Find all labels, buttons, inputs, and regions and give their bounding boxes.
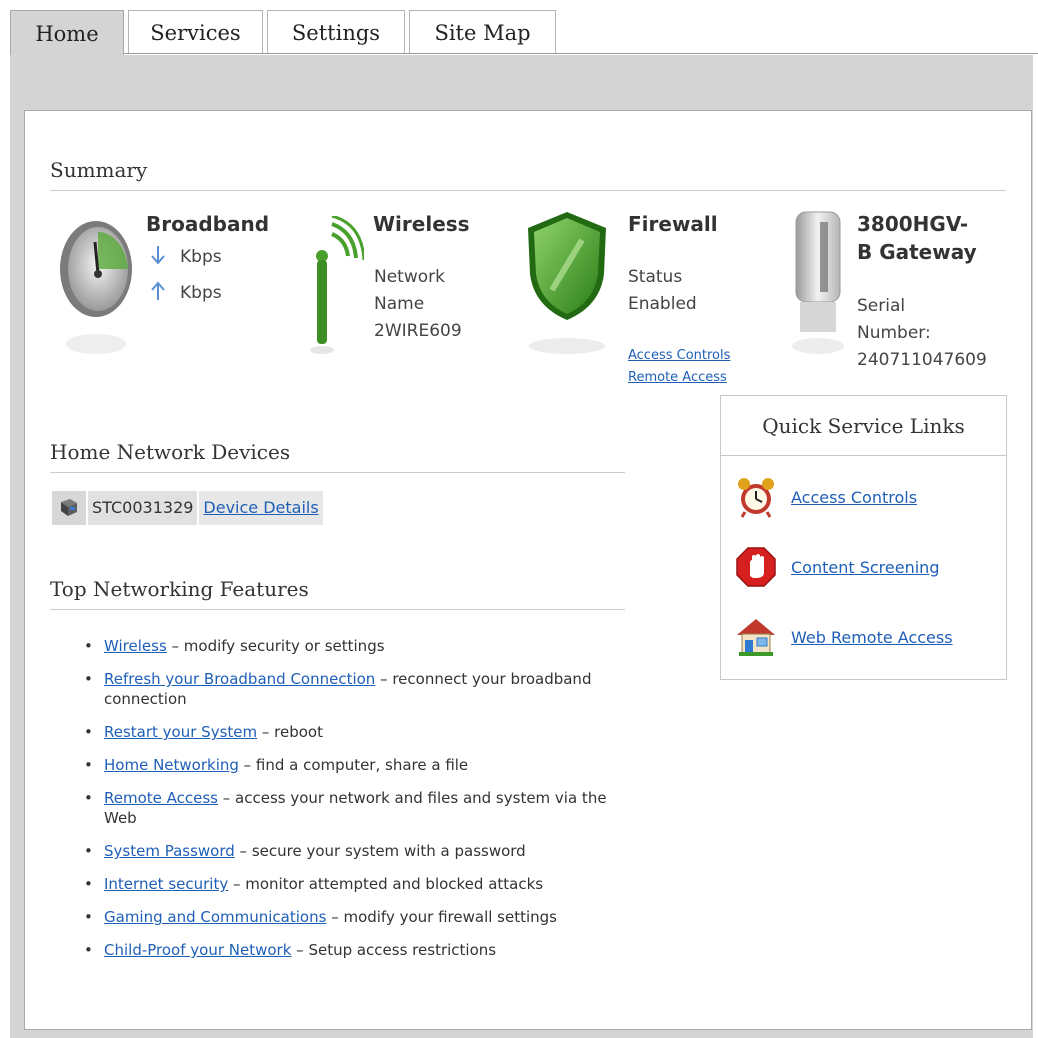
wireless-antenna-icon [310, 216, 364, 354]
list-item: Child-Proof your Network – Setup access … [84, 940, 644, 960]
firewall-title: Firewall [628, 212, 718, 236]
alarm-clock-icon [738, 478, 774, 518]
features-list: Wireless – modify security or settings R… [84, 636, 644, 973]
firewall-status-label: Status [628, 267, 683, 287]
home-network-devices-title: Home Network Devices [50, 440, 625, 473]
gateway-title-line2: B Gateway [857, 240, 977, 264]
list-item: Gaming and Communications – modify your … [84, 907, 644, 927]
arrow-down-icon [151, 246, 165, 265]
feature-description: – find a computer, share a file [238, 756, 469, 774]
list-item: Refresh your Broadband Connection – reco… [84, 669, 644, 709]
arrow-up-icon [151, 281, 165, 300]
feature-description: – reboot [257, 723, 323, 741]
feature-description: – Setup access restrictions [291, 941, 497, 959]
feature-link-restart-system[interactable]: Restart your System [104, 723, 257, 741]
list-item: Wireless – modify security or settings [84, 636, 644, 656]
quick-link-label[interactable]: Content Screening [791, 558, 939, 577]
tab-site-map[interactable]: Site Map [409, 10, 556, 54]
tab-bar-divider [124, 53, 1038, 54]
firewall-status-value: Enabled [628, 294, 697, 314]
wireless-network-label-2: Name [374, 294, 425, 314]
quick-service-links-panel: Quick Service Links Access Controls Cont… [720, 395, 1007, 680]
gateway-device-icon [792, 211, 844, 354]
download-speed: Kbps [180, 247, 222, 267]
summary-title: Summary [50, 158, 1006, 191]
house-icon [737, 619, 775, 656]
gateway-serial-number: 240711047609 [857, 350, 987, 370]
wireless-network-name: 2WIRE609 [374, 321, 462, 341]
quick-link-access-controls[interactable]: Access Controls [735, 476, 995, 518]
feature-description: – monitor attempted and blocked attacks [228, 875, 544, 893]
tab-home[interactable]: Home [10, 10, 124, 56]
feature-link-internet-security[interactable]: Internet security [104, 875, 228, 893]
feature-link-system-password[interactable]: System Password [104, 842, 235, 860]
list-item: System Password – secure your system wit… [84, 841, 644, 861]
quick-link-web-remote-access[interactable]: Web Remote Access [735, 616, 995, 658]
quick-link-content-screening[interactable]: Content Screening [735, 546, 995, 588]
stop-hand-icon [736, 547, 776, 587]
feature-link-wireless[interactable]: Wireless [104, 637, 167, 655]
quick-link-label[interactable]: Access Controls [791, 488, 917, 507]
wireless-network-label-1: Network [374, 267, 445, 287]
firewall-remote-access-link[interactable]: Remote Access [628, 370, 727, 385]
feature-description: – secure your system with a password [234, 842, 526, 860]
quick-link-label[interactable]: Web Remote Access [791, 628, 953, 647]
broadband-title: Broadband [146, 212, 270, 236]
feature-description: – modify your firewall settings [326, 908, 557, 926]
feature-link-child-proof[interactable]: Child-Proof your Network [104, 941, 291, 959]
quick-service-links-title: Quick Service Links [721, 396, 1006, 456]
feature-link-remote-access[interactable]: Remote Access [104, 789, 218, 807]
list-item: Remote Access – access your network and … [84, 788, 644, 828]
list-item: Home Networking – find a computer, share… [84, 755, 644, 775]
gateway-title-line1: 3800HGV- [857, 212, 969, 236]
firewall-shield-icon [528, 212, 606, 354]
feature-link-refresh-broadband[interactable]: Refresh your Broadband Connection [104, 670, 375, 688]
list-item: Internet security – monitor attempted an… [84, 874, 644, 894]
computer-icon [52, 491, 86, 525]
wireless-title: Wireless [373, 212, 470, 236]
gateway-serial-label-2: Number: [857, 323, 931, 343]
feature-link-gaming-communications[interactable]: Gaming and Communications [104, 908, 326, 926]
device-row: STC0031329 Device Details [52, 491, 323, 525]
upload-speed: Kbps [180, 283, 222, 303]
speedometer-icon [60, 221, 132, 354]
device-name: STC0031329 [88, 491, 198, 525]
tab-bar: Home Services Settings Site Map [0, 0, 1038, 56]
feature-link-home-networking[interactable]: Home Networking [104, 756, 239, 774]
firewall-access-controls-link[interactable]: Access Controls [628, 348, 730, 363]
gateway-serial-label-1: Serial [857, 296, 906, 316]
tab-settings[interactable]: Settings [267, 10, 405, 54]
device-details-link[interactable]: Device Details [203, 498, 318, 517]
feature-description: – modify security or settings [166, 637, 385, 655]
top-networking-features-title: Top Networking Features [50, 577, 625, 610]
list-item: Restart your System – reboot [84, 722, 644, 742]
tab-services[interactable]: Services [128, 10, 263, 54]
